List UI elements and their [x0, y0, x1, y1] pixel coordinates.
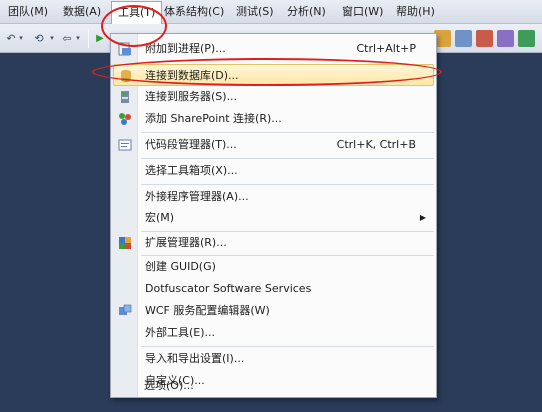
menu-item-extension-manager[interactable]: 扩展管理器(R)... — [113, 232, 434, 254]
menu-item-external-tools[interactable]: 外部工具(E)... — [113, 322, 434, 344]
menu-architecture[interactable]: 体系结构(C) — [164, 4, 224, 20]
menu-item-label: Dotfuscator Software Services — [145, 282, 312, 295]
menu-item-shortcut: Ctrl+K, Ctrl+B — [336, 138, 416, 151]
connect-server-icon — [118, 90, 132, 104]
navigate-icon[interactable]: ⇦ — [60, 30, 74, 47]
menu-separator — [141, 132, 434, 133]
menu-item-label: 外部工具(E)... — [145, 326, 216, 339]
annotation-circle-connect-database — [92, 58, 442, 86]
object-browser-icon[interactable] — [497, 30, 514, 47]
menu-item-label: 创建 GUID(G) — [145, 260, 216, 273]
menu-item-add-sharepoint[interactable]: 添加 SharePoint 连接(R)... — [113, 108, 434, 130]
menu-item-label: 扩展管理器(R)... — [145, 236, 227, 249]
menu-help[interactable]: 帮助(H) — [396, 4, 435, 20]
menu-item-shortcut: Ctrl+Alt+P — [356, 42, 416, 55]
menu-item-label: 外接程序管理器(A)... — [145, 190, 249, 203]
menu-item-snippet-manager[interactable]: 代码段管理器(T)... Ctrl+K, Ctrl+B — [113, 134, 434, 156]
menu-item-label: WCF 服务配置编辑器(W) — [145, 304, 270, 317]
menu-item-connect-server[interactable]: 连接到服务器(S)... — [113, 86, 434, 108]
menu-separator — [141, 184, 434, 185]
toolbox-icon[interactable] — [476, 30, 493, 47]
annotation-circle-tools-menu — [101, 5, 167, 47]
menu-window[interactable]: 窗口(W) — [342, 4, 383, 20]
menu-bar: 团队(M) 数据(A) 工具(T) 体系结构(C) 测试(S) 分析(N) 窗口… — [0, 0, 542, 24]
wcf-config-icon — [118, 304, 132, 318]
menu-item-macros[interactable]: 宏(M) ▶ — [113, 207, 434, 229]
menu-item-addin-manager[interactable]: 外接程序管理器(A)... — [113, 186, 434, 208]
menu-separator — [141, 346, 434, 347]
extension-manager-icon — [118, 236, 132, 250]
menu-item-choose-toolbox-items[interactable]: 选择工具箱项(X)... — [113, 160, 434, 182]
menu-item-wcf-config-editor[interactable]: WCF 服务配置编辑器(W) — [113, 300, 434, 322]
toolbar-separator — [88, 29, 89, 48]
solution-explorer-icon[interactable] — [518, 30, 535, 47]
menu-item-dotfuscator[interactable]: Dotfuscator Software Services — [113, 278, 434, 300]
redo-icon[interactable]: ⟲ — [30, 30, 48, 47]
menu-item-options[interactable]: 选项(O)... — [112, 375, 433, 397]
menu-analyze[interactable]: 分析(N) — [287, 4, 326, 20]
menu-item-attach-process[interactable]: 附加到进程(P)... Ctrl+Alt+P — [113, 38, 434, 60]
menu-separator — [141, 158, 434, 159]
menu-data[interactable]: 数据(A) — [63, 4, 101, 20]
menu-item-label: 添加 SharePoint 连接(R)... — [145, 112, 282, 125]
menu-item-import-export-settings[interactable]: 导入和导出设置(I)... — [113, 348, 434, 370]
menu-item-create-guid[interactable]: 创建 GUID(G) — [113, 256, 434, 278]
undo-icon[interactable]: ↶ — [6, 30, 16, 47]
redo-dropdown-icon[interactable]: ▾ — [48, 30, 56, 47]
navigate-dropdown-icon[interactable]: ▾ — [74, 30, 82, 47]
sharepoint-icon — [118, 112, 132, 126]
menu-item-label: 导入和导出设置(I)... — [145, 352, 245, 365]
menu-item-label: 附加到进程(P)... — [145, 42, 226, 55]
menu-item-label: 代码段管理器(T)... — [145, 138, 237, 151]
menu-test[interactable]: 测试(S) — [236, 4, 274, 20]
tools-menu: 附加到进程(P)... Ctrl+Alt+P 连接到数据库(D)... 连接到服… — [110, 33, 437, 398]
properties-icon[interactable] — [455, 30, 472, 47]
menu-item-label: 选项(O)... — [144, 379, 194, 392]
menu-item-label: 选择工具箱项(X)... — [145, 164, 238, 177]
snippet-manager-icon — [118, 138, 132, 152]
menu-team[interactable]: 团队(M) — [8, 4, 48, 20]
menu-item-label: 宏(M) — [145, 211, 175, 224]
undo-dropdown-icon[interactable]: ▾ — [17, 30, 25, 47]
menu-item-label: 连接到服务器(S)... — [145, 90, 238, 103]
submenu-arrow-icon: ▶ — [419, 213, 426, 222]
